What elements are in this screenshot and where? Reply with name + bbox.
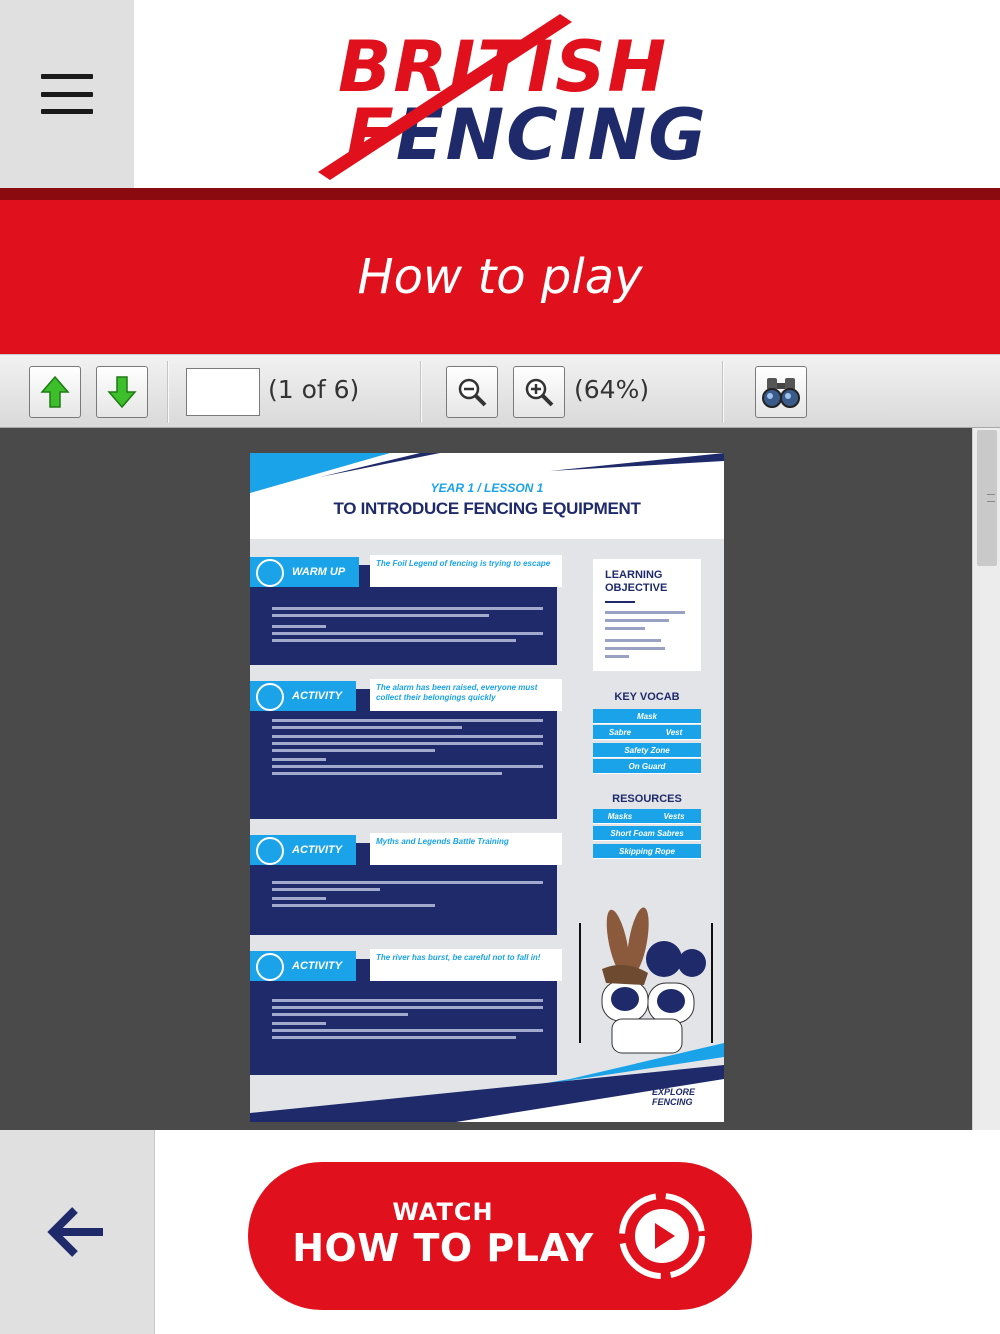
- section-subtitle: The river has burst, be careful not to f…: [370, 949, 562, 981]
- page-title: How to play: [357, 249, 643, 305]
- binoculars-icon: [762, 378, 800, 408]
- resource-foam-sabres: Short Foam Sabres: [593, 826, 701, 841]
- section-subtitle: The Foil Legend of fencing is trying to …: [370, 555, 562, 587]
- arrow-up-icon: [40, 375, 70, 408]
- header-divider: [0, 188, 1000, 200]
- toolbar-separator: [167, 361, 169, 423]
- fencer-icon: [256, 559, 284, 587]
- arrow-down-icon: [107, 376, 137, 409]
- title-band: How to play: [0, 200, 1000, 354]
- british-fencing-logo: BRITISH FENCING: [310, 10, 706, 180]
- grip-icon: [987, 494, 995, 502]
- activity-section-2: ACTIVITY Myths and Legends Battle Traini…: [250, 833, 562, 935]
- pdf-toolbar: (1 of 6) (64%): [0, 354, 1000, 428]
- section-subtitle: The alarm has been raised, everyone must…: [370, 679, 562, 711]
- toolbar-separator: [420, 361, 422, 423]
- vocab-mask: Mask: [593, 709, 701, 724]
- lesson-title: TO INTRODUCE FENCING EQUIPMENT: [333, 499, 641, 518]
- toolbar-separator: [722, 361, 724, 423]
- watch-label-small: WATCH: [392, 1198, 494, 1226]
- vocab-safety-zone: Safety Zone: [593, 743, 701, 758]
- page-number-input[interactable]: [186, 368, 260, 416]
- learning-objective-title: LEARNING OBJECTIVE: [605, 569, 668, 594]
- vocab-sabre: Sabre: [593, 725, 647, 740]
- zoom-out-button[interactable]: [446, 366, 498, 418]
- lesson-label: YEAR 1 / LESSON 1: [430, 481, 544, 495]
- play-circle-icon: [619, 1193, 705, 1279]
- app: BRITISH FENCING How to play (1 of 6): [0, 0, 1000, 1334]
- logo-slash-icon: [318, 14, 572, 180]
- arrow-left-icon: [47, 1207, 103, 1257]
- resource-vests: Vests: [647, 809, 701, 824]
- pdf-page[interactable]: YEAR 1 / LESSON 1 TO INTRODUCE FENCING E…: [250, 453, 724, 1122]
- zoom-in-button[interactable]: [513, 366, 565, 418]
- bottom-bar: WATCH HOW TO PLAY: [0, 1130, 1000, 1334]
- resource-masks: Masks: [593, 809, 647, 824]
- fencer-icon: [256, 837, 284, 865]
- next-page-button[interactable]: [96, 366, 148, 418]
- viewer-scrollbar[interactable]: [972, 428, 1000, 1130]
- app-header: BRITISH FENCING: [0, 0, 1000, 188]
- pdf-viewer: YEAR 1 / LESSON 1 TO INTRODUCE FENCING E…: [0, 428, 1000, 1130]
- zoom-out-icon: [458, 378, 487, 407]
- page-footer-stripes: [250, 1043, 724, 1122]
- warm-up-section: WARM UP The Foil Legend of fencing is tr…: [250, 555, 562, 665]
- watch-how-to-play-button[interactable]: WATCH HOW TO PLAY: [248, 1162, 752, 1310]
- vocab-on-guard: On Guard: [593, 759, 701, 774]
- vocab-vest: Vest: [647, 725, 701, 740]
- page-count: (1 of 6): [268, 375, 360, 404]
- menu-button[interactable]: [0, 0, 134, 188]
- watch-label-big: HOW TO PLAY: [292, 1226, 594, 1270]
- resource-skipping-rope: Skipping Rope: [593, 844, 701, 859]
- resources-title: RESOURCES: [612, 793, 682, 805]
- page-header-stripes: [250, 453, 724, 493]
- find-button[interactable]: [755, 366, 807, 418]
- learning-objective-box: LEARNING OBJECTIVE: [593, 559, 701, 671]
- zoom-in-icon: [525, 378, 554, 407]
- back-button[interactable]: [0, 1130, 155, 1334]
- previous-page-button[interactable]: [29, 366, 81, 418]
- hamburger-menu-icon: [41, 74, 93, 114]
- scrollbar-thumb[interactable]: [977, 430, 997, 566]
- key-vocab-title: KEY VOCAB: [614, 691, 680, 703]
- zoom-level: (64%): [574, 375, 650, 404]
- activity-section-1: ACTIVITY The alarm has been raised, ever…: [250, 679, 562, 819]
- explore-fencing-logo: EXPLORE FENCING: [652, 1087, 696, 1107]
- fencer-icon: [256, 953, 284, 981]
- section-subtitle: Myths and Legends Battle Training: [370, 833, 562, 865]
- fencer-icon: [256, 683, 284, 711]
- fencing-mascot-illustration: [579, 907, 713, 1054]
